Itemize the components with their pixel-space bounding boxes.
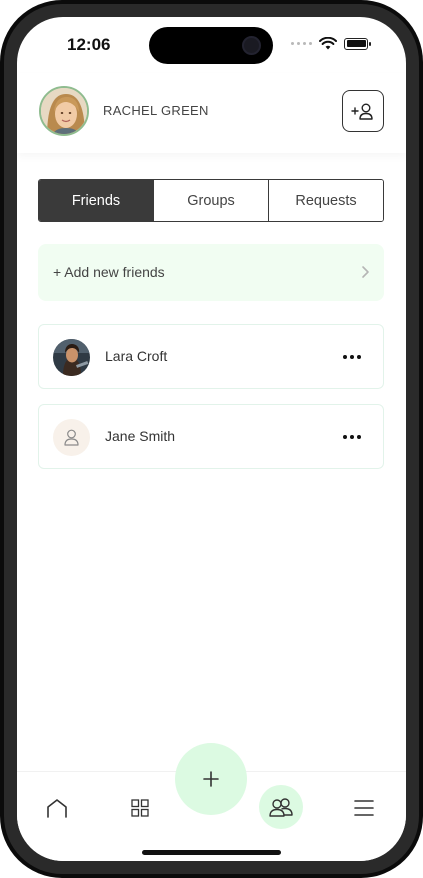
- segmented-tabs: Friends Groups Requests: [38, 179, 384, 222]
- nav-friends[interactable]: [259, 785, 303, 829]
- friend-name: Lara Croft: [105, 348, 168, 364]
- dynamic-island: [149, 27, 273, 64]
- tab-friends[interactable]: Friends: [39, 180, 153, 221]
- chevron-right-icon: [362, 266, 369, 278]
- add-button[interactable]: [175, 743, 247, 815]
- signal-icon: [291, 42, 312, 45]
- grid-icon: [131, 799, 149, 817]
- nav-home[interactable]: [45, 796, 69, 820]
- friend-name: Jane Smith: [105, 428, 176, 444]
- home-icon: [47, 799, 67, 818]
- more-options-icon[interactable]: [343, 355, 361, 359]
- tab-requests[interactable]: Requests: [268, 180, 383, 221]
- nav-menu[interactable]: [353, 797, 375, 819]
- more-options-icon[interactable]: [343, 435, 361, 439]
- battery-icon: [344, 37, 371, 50]
- avatar: [53, 419, 90, 456]
- phone-frame: 12:06 RACHEL GREEN Friends Groups Reques…: [0, 0, 423, 878]
- status-icons: [291, 37, 371, 50]
- wifi-icon: [319, 37, 337, 50]
- user-name: RACHEL GREEN: [103, 103, 209, 118]
- add-user-icon: [351, 103, 373, 120]
- friends-icon: [269, 798, 293, 817]
- add-new-friends-row[interactable]: + Add new friends: [38, 244, 384, 301]
- person-placeholder-icon: [64, 429, 79, 446]
- plus-icon: [203, 771, 219, 787]
- list-item[interactable]: Jane Smith: [38, 404, 384, 469]
- nav-grid[interactable]: [129, 797, 151, 819]
- avatar[interactable]: [39, 86, 89, 136]
- screen: 12:06 RACHEL GREEN Friends Groups Reques…: [17, 17, 406, 861]
- friend-photo: [53, 339, 90, 376]
- tab-groups[interactable]: Groups: [153, 180, 268, 221]
- camera-icon: [242, 36, 261, 55]
- profile-header: RACHEL GREEN: [17, 73, 406, 153]
- menu-icon: [354, 800, 374, 816]
- add-new-friends-label: + Add new friends: [53, 264, 165, 280]
- avatar: [53, 339, 90, 376]
- list-item[interactable]: Lara Croft: [38, 324, 384, 389]
- home-indicator[interactable]: [142, 850, 281, 855]
- profile-photo: [41, 88, 87, 134]
- nav-friends-active-bg: [259, 785, 303, 829]
- status-time: 12:06: [67, 35, 111, 54]
- add-friend-button[interactable]: [342, 90, 384, 132]
